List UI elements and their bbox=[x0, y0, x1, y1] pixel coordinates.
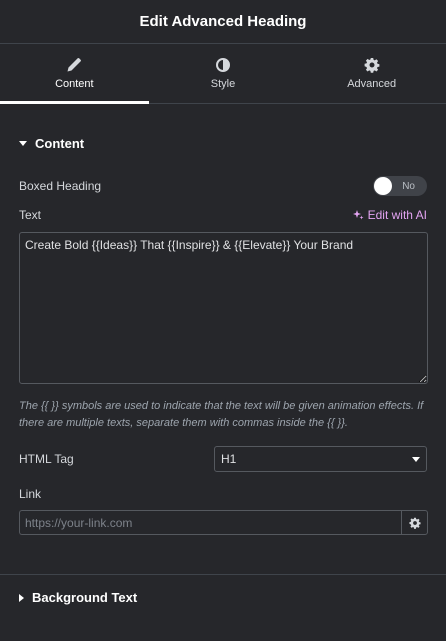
text-row: Text Edit with AI bbox=[0, 208, 446, 222]
tab-advanced-label: Advanced bbox=[347, 78, 397, 90]
link-settings-button[interactable] bbox=[401, 510, 428, 535]
toggle-knob bbox=[374, 177, 392, 195]
background-text-title: Background Text bbox=[32, 590, 138, 605]
tab-style[interactable]: Style bbox=[149, 44, 298, 103]
boxed-heading-label: Boxed Heading bbox=[19, 179, 102, 193]
chevron-down-icon bbox=[412, 456, 420, 462]
tab-style-label: Style bbox=[210, 78, 236, 90]
heading-text-field[interactable]: Create Bold {{Ideas}} That {{Inspire}} &… bbox=[19, 232, 428, 384]
sparkle-icon bbox=[352, 210, 364, 220]
html-tag-value: H1 bbox=[221, 452, 237, 466]
gear-icon bbox=[408, 517, 421, 529]
help-text: The {{ }} symbols are used to indicate t… bbox=[19, 400, 424, 429]
tab-advanced[interactable]: Advanced bbox=[297, 44, 446, 103]
tab-bar: Content Style Advanced bbox=[0, 44, 446, 104]
link-input-row bbox=[0, 510, 446, 535]
half-circle-icon bbox=[216, 58, 230, 72]
html-tag-label: HTML Tag bbox=[19, 452, 74, 466]
caret-right-icon bbox=[19, 593, 24, 602]
tab-content-label: Content bbox=[55, 78, 94, 90]
link-label: Link bbox=[19, 487, 42, 501]
panel-title: Edit Advanced Heading bbox=[139, 13, 307, 30]
boxed-heading-row: Boxed Heading No bbox=[0, 176, 446, 196]
link-input[interactable] bbox=[19, 510, 401, 535]
caret-down-icon bbox=[19, 141, 27, 146]
content-section-title: Content bbox=[35, 136, 85, 151]
text-field-wrap: Create Bold {{Ideas}} That {{Inspire}} &… bbox=[0, 232, 446, 389]
background-text-section: Background Text bbox=[0, 590, 446, 605]
html-tag-row: HTML Tag H1 bbox=[0, 446, 446, 472]
boxed-heading-toggle[interactable]: No bbox=[373, 176, 427, 196]
link-label-row: Link bbox=[0, 487, 446, 501]
panel-header: Edit Advanced Heading bbox=[0, 0, 446, 44]
content-section: Content Boxed Heading No Text Edit with … bbox=[0, 104, 446, 535]
content-section-toggle[interactable]: Content bbox=[0, 136, 446, 151]
edit-with-ai-button[interactable]: Edit with AI bbox=[352, 208, 427, 222]
toggle-state-text: No bbox=[402, 180, 415, 192]
text-label: Text bbox=[19, 208, 42, 222]
pencil-icon bbox=[67, 58, 82, 72]
section-divider bbox=[0, 574, 446, 575]
gear-icon bbox=[364, 58, 380, 73]
background-text-toggle[interactable]: Background Text bbox=[0, 590, 446, 605]
tab-content[interactable]: Content bbox=[0, 44, 149, 104]
edit-with-ai-label: Edit with AI bbox=[367, 208, 427, 222]
html-tag-select[interactable]: H1 bbox=[214, 446, 427, 472]
